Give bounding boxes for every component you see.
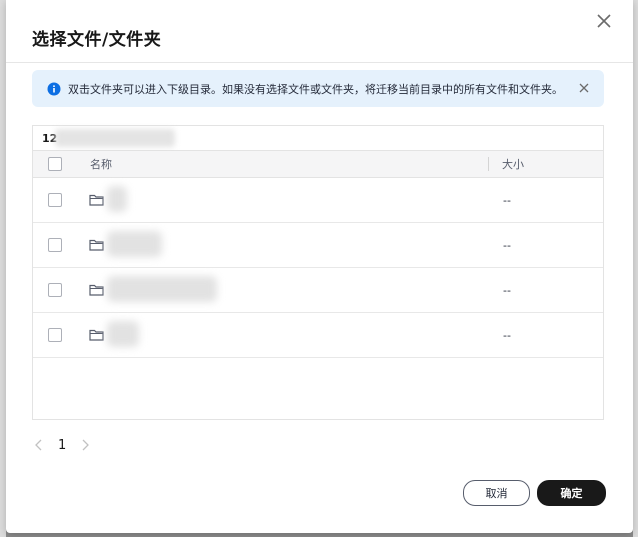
notice-text: 双击文件夹可以进入下级目录。如果没有选择文件或文件夹，将迁移当前目录中的所有文件… <box>68 82 563 96</box>
backdrop-right-edge <box>633 0 638 537</box>
folder-icon <box>89 238 104 251</box>
cancel-button[interactable]: 取消 <box>463 480 530 506</box>
row-checkbox[interactable] <box>48 193 62 207</box>
row-checkbox[interactable] <box>48 238 62 252</box>
folder-name-redacted <box>107 321 139 347</box>
folder-icon <box>89 328 104 341</box>
notice-close-icon[interactable] <box>578 82 590 94</box>
folder-name-redacted <box>107 186 127 212</box>
confirm-button[interactable]: 确定 <box>537 480 606 506</box>
path-redacted <box>55 129 175 147</box>
folder-icon <box>89 193 104 206</box>
select-all-checkbox[interactable] <box>48 157 62 171</box>
file-browser: 12 名称 大小 -- -- -- -- <box>32 125 604 420</box>
file-size: -- <box>503 238 511 252</box>
column-header-name[interactable]: 名称 <box>90 156 112 172</box>
folder-name-redacted <box>107 276 217 302</box>
folder-icon <box>89 283 104 296</box>
table-row[interactable]: -- <box>33 178 603 223</box>
table-header: 名称 大小 <box>33 151 603 178</box>
chevron-right-icon[interactable] <box>78 438 92 452</box>
row-checkbox[interactable] <box>48 283 62 297</box>
folder-name-redacted <box>107 231 162 257</box>
select-file-dialog: 选择文件/文件夹 双击文件夹可以进入下级目录。如果没有选择文件或文件夹，将迁移当… <box>6 0 633 533</box>
file-size: -- <box>503 283 511 297</box>
path-breadcrumb[interactable]: 12 <box>33 126 603 151</box>
table-row[interactable]: -- <box>33 313 603 358</box>
info-notice: 双击文件夹可以进入下级目录。如果没有选择文件或文件夹，将迁移当前目录中的所有文件… <box>32 70 604 107</box>
header-divider <box>6 62 633 63</box>
table-row[interactable]: -- <box>33 223 603 268</box>
chevron-left-icon[interactable] <box>32 438 46 452</box>
table-row[interactable]: -- <box>33 268 603 313</box>
current-page[interactable]: 1 <box>58 438 66 453</box>
file-size: -- <box>503 193 511 207</box>
column-header-size[interactable]: 大小 <box>502 156 524 172</box>
info-icon <box>47 82 61 96</box>
file-size: -- <box>503 328 511 342</box>
close-icon[interactable] <box>595 12 613 30</box>
column-divider <box>488 157 489 171</box>
pagination: 1 <box>32 434 92 456</box>
dialog-title: 选择文件/文件夹 <box>32 30 162 50</box>
row-checkbox[interactable] <box>48 328 62 342</box>
